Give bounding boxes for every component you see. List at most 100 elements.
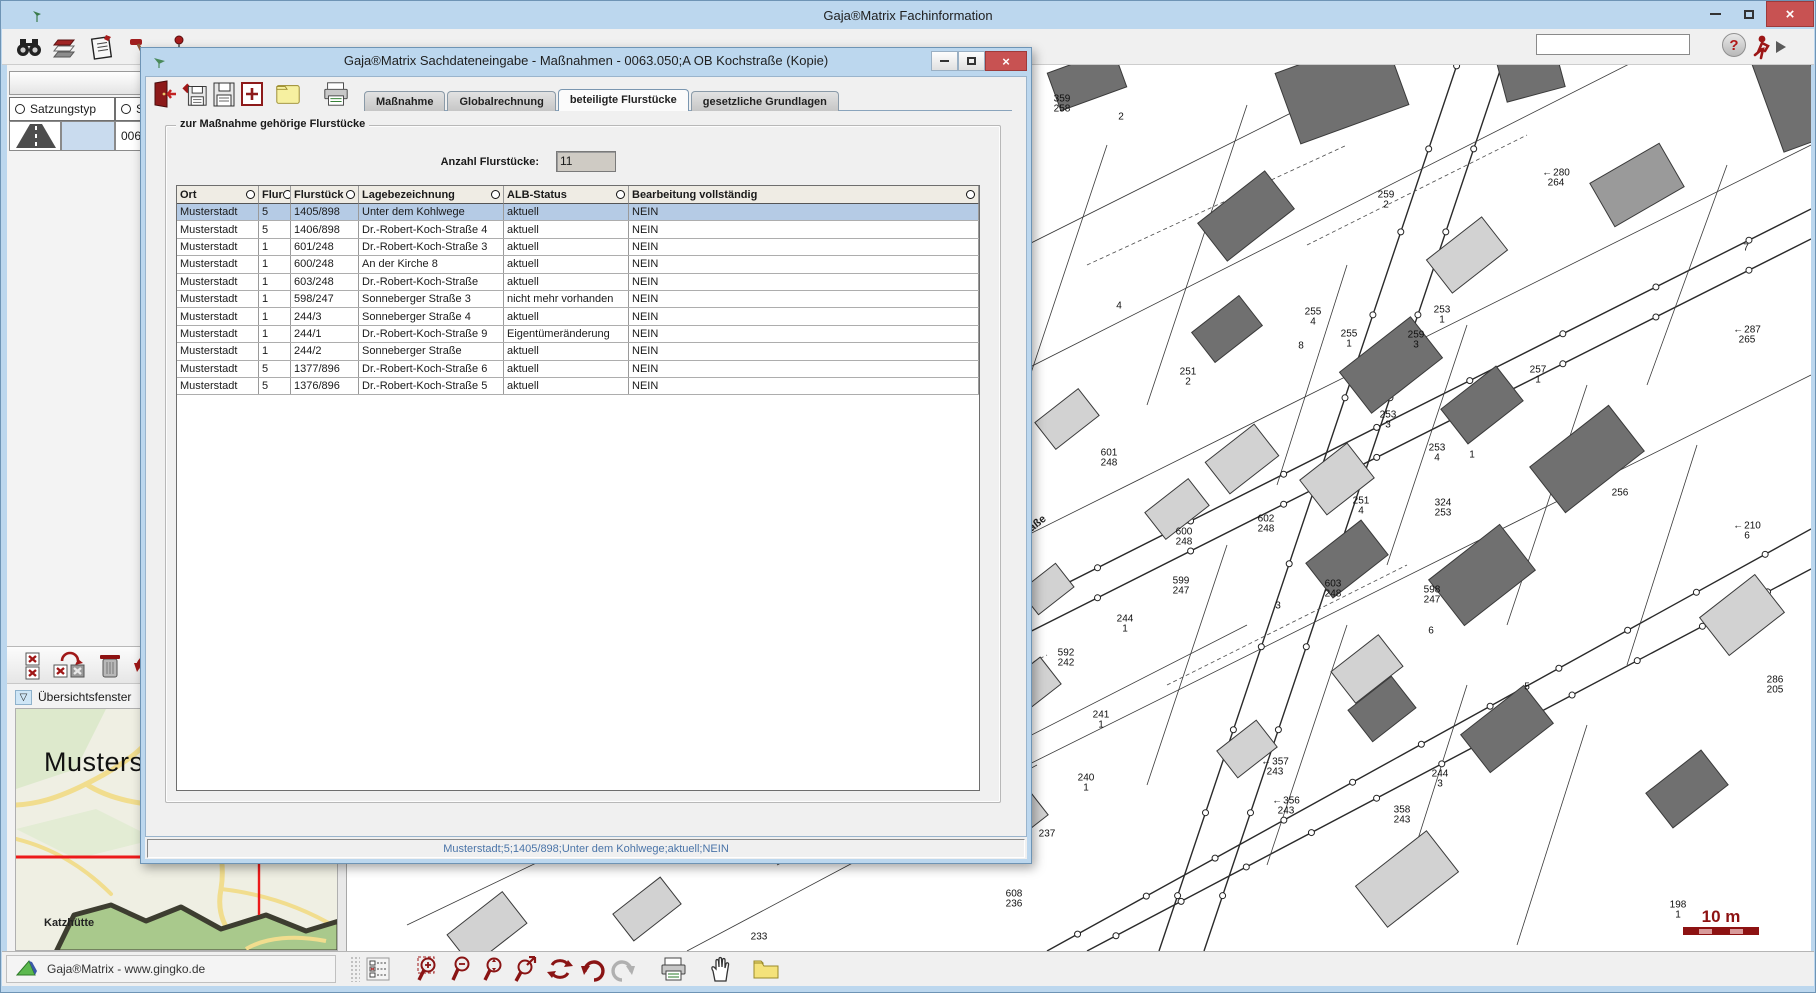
parcel-label: 598247 [1424, 586, 1441, 605]
table-header-cell[interactable]: Ort [177, 186, 259, 204]
dialog-maximize-button[interactable] [958, 51, 985, 71]
table-cell: Dr.-Robert-Koch-Straße 4 [359, 221, 504, 237]
layers-icon[interactable] [50, 32, 80, 62]
parcel-label: 2531 [1434, 306, 1451, 325]
tab-3[interactable]: gesetzliche Grundlagen [691, 91, 839, 111]
filter-circle-icon[interactable] [15, 104, 25, 114]
close-button[interactable]: × [1766, 1, 1814, 27]
table-row[interactable]: Musterstadt51376/896Dr.-Robert-Koch-Stra… [177, 378, 979, 395]
table-row[interactable]: Musterstadt1603/248Dr.-Robert-Koch-Straß… [177, 274, 979, 291]
search-binoculars-icon[interactable] [14, 32, 44, 62]
table-row[interactable]: Musterstadt51406/898Dr.-Robert-Koch-Stra… [177, 221, 979, 238]
table-cell: aktuell [504, 204, 629, 220]
search-input[interactable] [1536, 34, 1690, 55]
pan-hand-icon[interactable] [706, 955, 734, 983]
table-header-cell[interactable]: Flurstück [291, 186, 359, 204]
table-header-cell[interactable]: Bearbeitung vollständig [629, 186, 979, 204]
parcel-label: 601248 [1101, 449, 1118, 468]
zoom-pan-icon[interactable] [512, 955, 540, 983]
zoom-extent-icon[interactable] [480, 955, 508, 983]
parcel-label: 2592 [1378, 191, 1395, 210]
table-row[interactable]: Musterstadt1244/3Sonneberger Straße 4akt… [177, 308, 979, 325]
table-cell: NEIN [629, 308, 979, 324]
undo-view-icon[interactable] [578, 955, 606, 983]
dialog-minimize-button[interactable] [931, 51, 958, 71]
exit-door-icon[interactable] [150, 80, 178, 108]
sort-circle-icon[interactable] [346, 190, 355, 199]
help-icon[interactable]: ? [1722, 33, 1746, 57]
parcel-label: 603248 [1325, 580, 1342, 599]
add-record-icon[interactable] [238, 80, 266, 108]
table-row[interactable]: Musterstadt51405/898Unter dem Kohlwegeak… [177, 204, 979, 221]
save-back-icon[interactable] [180, 80, 208, 108]
sort-circle-icon[interactable] [966, 190, 975, 199]
table-row[interactable]: Musterstadt1600/248An der Kirche 8aktuel… [177, 256, 979, 273]
sort-circle-icon[interactable] [283, 190, 291, 199]
row-select-cell[interactable] [61, 121, 115, 151]
collapse-triangle-icon[interactable]: ▽ [15, 690, 32, 705]
count-field[interactable]: 11 [556, 151, 616, 172]
delete-all-icon[interactable] [19, 651, 49, 681]
tab-1[interactable]: Globalrechnung [447, 91, 555, 111]
table-row[interactable]: Musterstadt1244/1Dr.-Robert-Koch-Straße … [177, 326, 979, 343]
flurstuecke-table[interactable]: OrtFlurFlurstückLagebezeichnungALB-Statu… [176, 185, 980, 791]
dialog-titlebar[interactable]: Gaja®Matrix Sachdateneingabe - Maßnahmen… [141, 48, 1031, 76]
minimize-button[interactable] [1698, 1, 1732, 27]
parcel-label: 2593 [1408, 331, 1425, 350]
row-type-cell[interactable] [9, 121, 61, 151]
layer-list-icon[interactable] [364, 955, 392, 983]
sort-circle-icon[interactable] [246, 190, 255, 199]
restore-deleted-icon[interactable] [51, 651, 89, 681]
table-cell: Musterstadt [177, 274, 259, 290]
table-row[interactable]: Musterstadt1601/248Dr.-Robert-Koch-Straß… [177, 239, 979, 256]
column-header-satzungstyp[interactable]: Satzungstyp [9, 97, 115, 121]
toolbar-drag-handle[interactable] [350, 956, 360, 982]
parcel-label: 5 [1524, 682, 1530, 692]
tab-0[interactable]: Maßnahme [364, 91, 445, 111]
table-cell: NEIN [629, 361, 979, 377]
open-folder-icon[interactable] [752, 955, 780, 983]
edit-clipboard-icon[interactable] [88, 32, 118, 62]
parcel-label: 2441 [1117, 615, 1134, 634]
parcel-label: 256 [1612, 488, 1629, 498]
trash-icon[interactable] [95, 651, 125, 681]
table-header-cell[interactable]: Lagebezeichnung [359, 186, 504, 204]
building [1646, 750, 1728, 828]
table-cell: 603/248 [291, 274, 359, 290]
parcel-label: 358243 [1394, 806, 1411, 825]
table-cell: 1 [259, 343, 291, 359]
table-row[interactable]: Musterstadt1598/247Sonneberger Straße 3n… [177, 291, 979, 308]
table-header-cell[interactable]: Flur [259, 186, 291, 204]
tab-2[interactable]: beteiligte Flurstücke [558, 89, 689, 111]
dialog-tabs: MaßnahmeGlobalrechnungbeteiligte Flurstü… [364, 88, 841, 111]
zoom-in-icon[interactable] [416, 955, 444, 983]
filter-circle-icon[interactable] [121, 104, 131, 114]
table-cell: Dr.-Robert-Koch-Straße 6 [359, 361, 504, 377]
zoom-out-icon[interactable] [448, 955, 476, 983]
sort-circle-icon[interactable] [491, 190, 500, 199]
parcel-label: 7 [1743, 243, 1749, 253]
table-row[interactable]: Musterstadt1244/2Sonneberger Straßeaktue… [177, 343, 979, 360]
maximize-button[interactable] [1732, 1, 1766, 27]
refresh-icon[interactable] [546, 955, 574, 983]
table-cell: aktuell [504, 378, 629, 394]
table-header-cell[interactable]: ALB-Status [504, 186, 629, 204]
main-window: Gaja®Matrix Fachinformation × [0, 0, 1816, 993]
dialog-close-button[interactable]: × [985, 51, 1027, 71]
table-row[interactable]: Musterstadt51377/896Dr.-Robert-Koch-Stra… [177, 361, 979, 378]
building [1497, 65, 1565, 102]
exit-runner-icon[interactable] [1750, 32, 1790, 62]
print-map-icon[interactable] [660, 955, 688, 983]
parcel-label: 2533 [1380, 411, 1397, 430]
folder-icon[interactable] [274, 80, 302, 108]
building [1192, 296, 1263, 363]
dialog-title: Gaja®Matrix Sachdateneingabe - Maßnahmen… [141, 53, 1031, 68]
building [1746, 65, 1811, 152]
table-cell: Musterstadt [177, 221, 259, 237]
table-cell: Musterstadt [177, 239, 259, 255]
save-icon[interactable] [210, 80, 238, 108]
redo-view-icon[interactable] [610, 955, 638, 983]
sort-circle-icon[interactable] [616, 190, 625, 199]
print-icon[interactable] [322, 80, 350, 108]
parcel-label: ←357243 [1261, 758, 1289, 777]
